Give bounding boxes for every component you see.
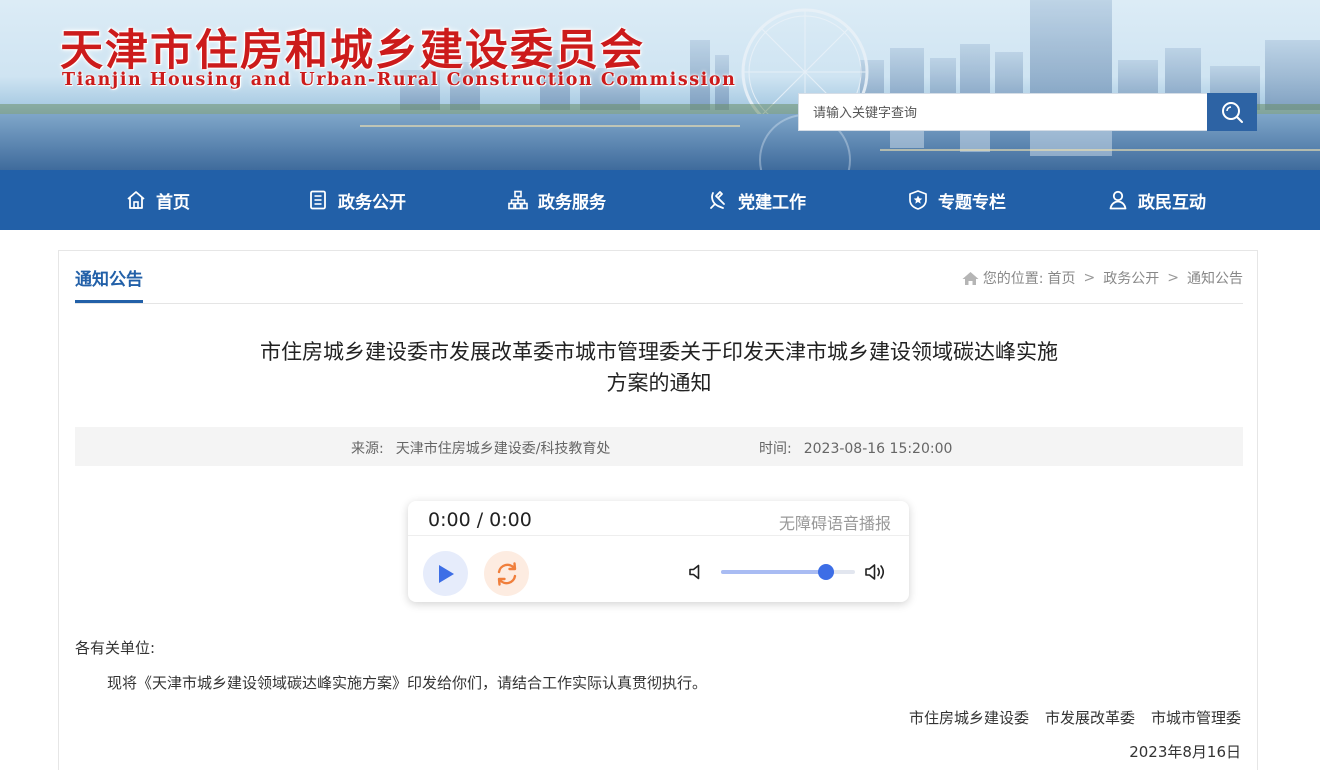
player-divider — [408, 535, 909, 536]
home-icon — [127, 191, 145, 209]
nav-item-gov-services[interactable]: 政务服务 — [507, 170, 606, 230]
player-time: 0:00 / 0:00 — [428, 509, 532, 531]
search-input[interactable] — [798, 93, 1208, 131]
nav-item-gov-affairs[interactable]: 政务公开 — [307, 170, 406, 230]
breadcrumb-separator: > — [1167, 270, 1179, 286]
org-chart-icon — [508, 190, 528, 210]
shield-star-icon — [909, 190, 927, 210]
nav-item-home[interactable]: 首页 — [125, 170, 190, 230]
home-icon — [962, 271, 979, 285]
audio-player: 0:00 / 0:00 无障碍语音播报 — [408, 501, 909, 602]
signer: 市城市管理委 — [1150, 709, 1241, 727]
site-title-en: Tianjin Housing and Urban-Rural Construc… — [62, 70, 737, 90]
letter-date: 2023年8月16日 — [1129, 743, 1241, 761]
main-nav: 首页 政务公开 政务服务 党建工作 专题专栏 政民互动 — [0, 170, 1320, 230]
volume-slider[interactable] — [721, 564, 855, 580]
header-banner: 天津市住房和城乡建设委员会 Tianjin Housing and Urban-… — [0, 0, 1320, 170]
nav-item-label: 政务公开 — [338, 192, 406, 213]
breadcrumb: 您的位置: 首页 > 政务公开 > 通知公告 — [962, 268, 1243, 288]
search-button[interactable] — [1207, 93, 1257, 131]
letter-signers: 市住房城乡建设委 市发展改革委 市城市管理委 — [909, 707, 1241, 728]
document-icon — [310, 190, 326, 210]
signer: 市住房城乡建设委 — [908, 709, 1029, 727]
breadcrumb-gov-affairs-link[interactable]: 政务公开 — [1103, 268, 1159, 288]
nav-item-label: 政务服务 — [538, 192, 606, 213]
letter-salutation: 各有关单位: — [75, 639, 156, 657]
letter-paragraph: 现将《天津市城乡建设领域碳达峰实施方案》印发给你们，请结合工作实际认真贯彻执行。 — [107, 674, 708, 692]
volume-mute-button[interactable] — [688, 563, 704, 585]
loop-icon — [497, 561, 516, 586]
volume-low-icon — [689, 564, 700, 580]
nav-item-label: 专题专栏 — [938, 192, 1006, 213]
nav-item-public-interaction[interactable]: 政民互动 — [1107, 170, 1206, 230]
breadcrumb-prefix: 您的位置: — [982, 271, 1044, 287]
user-icon — [1109, 190, 1127, 210]
volume-slider-handle[interactable] — [817, 564, 834, 580]
time-value: 2023-08-16 15:20:00 — [803, 441, 953, 457]
article-title: 市住房城乡建设委市发展改革委市城市管理委关于印发天津市城乡建设领域碳达峰实施 方… — [189, 337, 1129, 399]
article-card: 通知公告 您的位置: 首页 > 政务公开 > 通知公告 市住房城乡建设委市发展改… — [58, 250, 1258, 770]
nav-item-label: 首页 — [156, 192, 190, 213]
time-label: 时间: — [759, 441, 792, 457]
play-icon — [438, 564, 454, 583]
article-title-line2: 方案的通知 — [606, 371, 712, 395]
article-time: 时间: 2023-08-16 15:20:00 — [759, 438, 952, 458]
nav-item-special-topics[interactable]: 专题专栏 — [907, 170, 1006, 230]
article-meta-bar: 来源: 天津市住房城乡建设委/科技教育处 时间: 2023-08-16 15:20:… — [75, 427, 1243, 466]
play-button[interactable] — [423, 551, 468, 596]
player-label: 无障碍语音播报 — [778, 514, 891, 533]
source-label: 来源: — [351, 441, 384, 457]
volume-max-button[interactable] — [864, 562, 888, 586]
site-title-cn: 天津市住房和城乡建设委员会 — [60, 26, 645, 76]
breadcrumb-notices-link[interactable]: 通知公告 — [1187, 268, 1243, 288]
volume-high-icon — [865, 564, 885, 580]
source-value: 天津市住房城乡建设委/科技教育处 — [395, 441, 611, 457]
signer: 市发展改革委 — [1044, 709, 1135, 727]
volume-slider-fill — [721, 570, 826, 574]
nav-item-party-building[interactable]: 党建工作 — [707, 170, 806, 230]
article-title-line1: 市住房城乡建设委市发展改革委市城市管理委关于印发天津市城乡建设领域碳达峰实施 — [260, 340, 1058, 364]
article-source: 来源: 天津市住房城乡建设委/科技教育处 — [351, 438, 610, 458]
breadcrumb-home-link[interactable]: 首页 — [1048, 268, 1076, 288]
section-tab[interactable]: 通知公告 — [75, 265, 143, 303]
nav-item-label: 党建工作 — [738, 192, 806, 213]
breadcrumb-separator: > — [1083, 270, 1096, 286]
section-header: 通知公告 您的位置: 首页 > 政务公开 > 通知公告 — [75, 251, 1243, 304]
party-emblem-icon — [710, 191, 725, 209]
loop-button[interactable] — [484, 551, 529, 596]
search-icon — [1222, 102, 1243, 123]
nav-item-label: 政民互动 — [1138, 192, 1206, 213]
